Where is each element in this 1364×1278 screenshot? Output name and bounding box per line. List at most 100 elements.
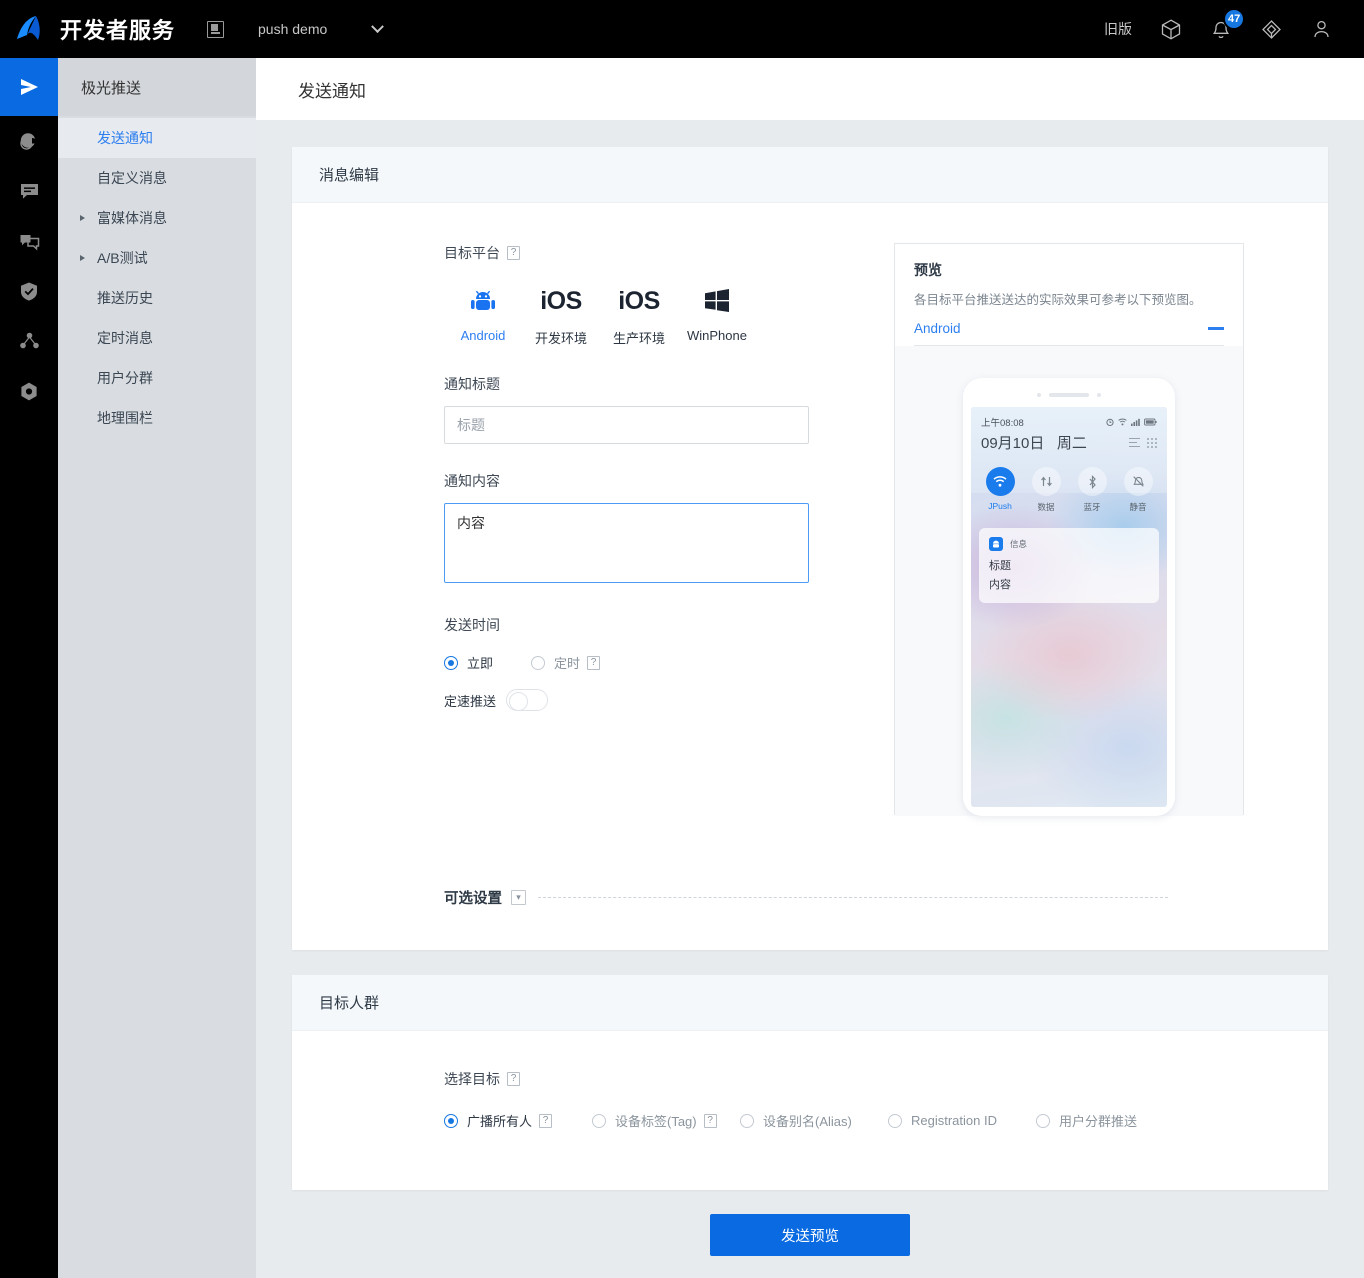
message-form-column: 目标平台 ? Android iOS 开发环境 iOS 生产环境 WinPhon… xyxy=(444,243,864,815)
target-option-tag[interactable]: 设备标签(Tag) ? xyxy=(592,1111,740,1130)
help-icon[interactable]: ? xyxy=(703,1113,717,1128)
quick-toggle-bluetooth[interactable]: 蓝牙 xyxy=(1070,467,1114,513)
send-preview-button[interactable]: 发送预览 xyxy=(710,1214,910,1256)
message-edit-card-header: 消息编辑 xyxy=(292,147,1328,203)
rail-item-analytics[interactable] xyxy=(0,116,58,166)
notification-title-field: 通知标题 xyxy=(444,374,864,444)
radio-label: 设备别名(Alias) xyxy=(763,1114,852,1129)
help-icon[interactable]: ? xyxy=(587,655,601,670)
radio-label: Registration ID xyxy=(911,1113,997,1128)
notification-title-label: 通知标题 xyxy=(444,376,500,392)
quick-toggle-jpush[interactable]: JPush xyxy=(978,467,1022,513)
rail-item-im[interactable] xyxy=(0,216,58,266)
notification-content-label: 通知内容 xyxy=(444,473,500,489)
radio-label: 广播所有人 xyxy=(467,1114,533,1129)
target-option-broadcast[interactable]: 广播所有人 ? xyxy=(444,1111,592,1130)
platform-option-winphone[interactable]: WinPhone xyxy=(678,284,756,347)
rail-item-message[interactable] xyxy=(0,166,58,216)
phone-mockup: 上午08:08 09月10日 周二 JPush 数据 蓝牙 静音 信息 标题 内… xyxy=(963,378,1175,816)
user-icon[interactable] xyxy=(1296,0,1346,58)
radio-icon xyxy=(592,1113,606,1128)
phone-earpiece xyxy=(971,389,1167,400)
rate-push-toggle[interactable] xyxy=(506,689,549,711)
phone-quick-toggles: JPush 数据 蓝牙 静音 xyxy=(971,453,1167,513)
target-option-user-segment[interactable]: 用户分群推送 xyxy=(1036,1111,1184,1130)
notification-content-textarea[interactable] xyxy=(444,503,809,583)
sidebar-item-label: 自定义消息 xyxy=(97,170,167,186)
radio-icon xyxy=(1036,1113,1050,1128)
notification-title-input[interactable] xyxy=(444,406,809,444)
help-icon[interactable]: ? xyxy=(507,1072,520,1086)
radio-icon xyxy=(740,1113,754,1128)
preview-tab-android[interactable]: Android xyxy=(914,321,961,336)
minus-icon[interactable] xyxy=(1208,327,1224,330)
quick-toggle-label: 蓝牙 xyxy=(1083,502,1101,512)
icon-rail xyxy=(0,58,58,1278)
rail-item-security[interactable] xyxy=(0,266,58,316)
help-icon[interactable]: ? xyxy=(539,1113,553,1128)
phone-screen: 上午08:08 09月10日 周二 JPush 数据 蓝牙 静音 信息 标题 内… xyxy=(971,407,1167,807)
sidebar-item-user-segments[interactable]: 用户分群 xyxy=(58,358,256,398)
chevron-right-icon xyxy=(80,255,85,261)
sidebar-item-label: A/B测试 xyxy=(97,250,148,266)
sidebar-item-scheduled[interactable]: 定时消息 xyxy=(58,318,256,358)
sidebar-item-label: 富媒体消息 xyxy=(97,210,167,226)
sidebar-item-geofence[interactable]: 地理围栏 xyxy=(58,398,256,438)
sidebar-title: 极光推送 xyxy=(58,58,256,116)
quick-toggle-label: 静音 xyxy=(1129,502,1147,512)
alarm-icon xyxy=(1106,418,1114,426)
target-radio-group: 广播所有人 ? 设备标签(Tag) ? 设备别名(Alias) Registra… xyxy=(444,1111,1328,1130)
rail-item-settings[interactable] xyxy=(0,366,58,416)
rail-item-network[interactable] xyxy=(0,316,58,366)
sensor-dot-icon xyxy=(1097,392,1101,397)
help-icon[interactable]: ? xyxy=(507,246,520,260)
platform-option-ios-prod[interactable]: iOS 生产环境 xyxy=(600,284,678,347)
shield-check-icon xyxy=(21,282,37,301)
platform-label: 生产环境 xyxy=(612,331,665,346)
preview-panel: 预览 各目标平台推送送达的实际效果可参考以下预览图。 Android 上午08:… xyxy=(894,243,1244,816)
sidebar-item-custom-message[interactable]: 自定义消息 xyxy=(58,158,256,198)
optional-divider xyxy=(538,897,1168,898)
cube-icon[interactable] xyxy=(1146,0,1196,58)
lifebuoy-icon[interactable] xyxy=(1246,0,1296,58)
radio-icon xyxy=(531,655,546,670)
phone-date-text: 09月10日 xyxy=(981,435,1045,452)
list-icon[interactable] xyxy=(1129,437,1140,448)
send-time-option-scheduled[interactable]: 定时 ? xyxy=(531,653,601,672)
data-icon xyxy=(1031,467,1061,496)
sidebar-item-label: 推送历史 xyxy=(97,290,153,306)
app-logo[interactable] xyxy=(0,15,58,43)
sidebar-item-ab-test[interactable]: A/B测试 xyxy=(58,238,256,278)
target-platform-label: 目标平台 ? xyxy=(444,243,864,263)
send-time-option-immediate[interactable]: 立即 xyxy=(444,653,493,672)
rate-push-label: 定速推送 xyxy=(444,693,497,709)
optional-settings-row[interactable]: 可选设置 ▾ xyxy=(444,815,1328,950)
battery-icon xyxy=(1144,418,1157,426)
chevron-down-icon[interactable] xyxy=(371,19,385,33)
sidebar-item-rich-media[interactable]: 富媒体消息 xyxy=(58,198,256,238)
rail-item-push[interactable] xyxy=(0,58,58,116)
sidebar-item-send-notification[interactable]: 发送通知 xyxy=(58,118,256,158)
target-audience-card-body: 选择目标 ? 广播所有人 ? 设备标签(Tag) ? 设备别名(Alias) R… xyxy=(292,1031,1328,1190)
grid-icon[interactable] xyxy=(1147,437,1157,448)
platform-option-ios-dev[interactable]: iOS 开发环境 xyxy=(522,284,600,347)
target-option-alias[interactable]: 设备别名(Alias) xyxy=(740,1111,888,1130)
message-form-area: 目标平台 ? Android iOS 开发环境 iOS 生产环境 WinPhon… xyxy=(292,203,1328,816)
target-option-registration-id[interactable]: Registration ID xyxy=(888,1113,1036,1128)
sidebar-item-push-history[interactable]: 推送历史 xyxy=(58,278,256,318)
phone-date-row: 09月10日 周二 xyxy=(971,429,1167,453)
preview-notification-card: 信息 标题 内容 xyxy=(979,528,1159,603)
project-selector-label[interactable]: push demo xyxy=(258,21,327,37)
quick-toggle-data[interactable]: 数据 xyxy=(1024,467,1068,513)
notification-app-name: 信息 xyxy=(1010,539,1028,549)
legacy-version-link[interactable]: 旧版 xyxy=(1090,0,1146,58)
quick-toggle-mute[interactable]: 静音 xyxy=(1116,467,1160,513)
chevron-down-icon[interactable]: ▾ xyxy=(511,890,526,905)
preview-tab-row: Android xyxy=(914,321,1224,346)
bell-icon[interactable]: 47 xyxy=(1196,0,1246,58)
select-target-label: 选择目标 ? xyxy=(444,1069,1328,1089)
quick-toggle-label: JPush xyxy=(988,501,1012,511)
window-icon[interactable] xyxy=(207,20,225,38)
platform-option-android[interactable]: Android xyxy=(444,284,522,347)
phone-date-icons xyxy=(1129,437,1157,448)
